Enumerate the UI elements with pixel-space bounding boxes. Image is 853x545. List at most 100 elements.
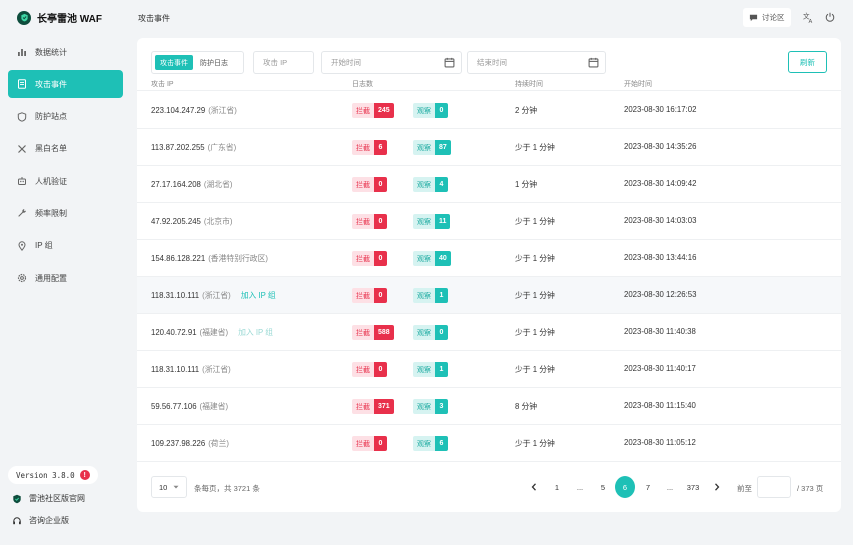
attack-ip[interactable]: 47.92.205.245: [151, 217, 201, 226]
top-bar: 攻击事件 讨论区 文A: [131, 0, 853, 36]
sidebar-item-label: 人机验证: [35, 176, 67, 186]
page-button[interactable]: 373: [683, 476, 703, 498]
svg-text:A: A: [808, 19, 812, 23]
block-label: 拦截: [352, 325, 374, 340]
block-label: 拦截: [352, 362, 374, 377]
version-badge[interactable]: Version 3.8.0 !: [8, 466, 98, 484]
attack-ip-cell: 120.40.72.91 (福建省) 加入 IP 组: [151, 327, 273, 338]
attack-ip[interactable]: 154.86.128.221: [151, 254, 205, 263]
language-icon[interactable]: 文A: [802, 11, 814, 23]
attack-ip[interactable]: 113.87.202.255: [151, 143, 205, 152]
table-row[interactable]: 154.86.128.221 (香港特别行政区) 拦截 0 观察 40 少于 1 分钟 202…: [137, 240, 841, 277]
next-page-icon[interactable]: [707, 476, 727, 498]
start-time-input[interactable]: 开始时间: [321, 51, 462, 74]
brand[interactable]: 长亭雷池 WAF: [17, 10, 102, 25]
attack-ip[interactable]: 59.56.77.106: [151, 402, 197, 411]
duration-cell: 2 分钟: [515, 106, 538, 115]
sidebar-item-general-settings[interactable]: 通用配置: [8, 264, 123, 292]
table-row[interactable]: 120.40.72.91 (福建省) 加入 IP 组 拦截 588 观察 0 少于 1 分钟 2…: [137, 314, 841, 351]
watch-count-badge: 观察 3: [413, 399, 448, 414]
add-to-ip-group-link[interactable]: 加入 IP 组: [241, 291, 276, 300]
sidebar-item-ip-group[interactable]: IP 组: [8, 232, 123, 260]
sidebar-item-label: 频率限制: [35, 208, 67, 218]
attack-ip[interactable]: 118.31.10.111: [151, 365, 199, 374]
block-label: 拦截: [352, 140, 374, 155]
col-header-duration: 持续时间: [515, 81, 543, 88]
block-label: 拦截: [352, 214, 374, 229]
table-row[interactable]: 27.17.164.208 (湖北省) 拦截 0 观察 4 1 分钟 2023-08-30 1…: [137, 166, 841, 203]
block-count: 0: [374, 362, 387, 377]
shield-icon: [17, 111, 27, 122]
table-row[interactable]: 113.87.202.255 (广东省) 拦截 6 观察 87 少于 1 分钟 2023-08…: [137, 129, 841, 166]
page-button-current[interactable]: 6: [615, 476, 635, 498]
tab-protection-logs[interactable]: 防护日志: [195, 55, 233, 70]
page-button[interactable]: 1: [547, 476, 567, 498]
block-count: 245: [374, 103, 394, 118]
table-row[interactable]: 109.237.98.226 (荷兰) 拦截 0 观察 6 少于 1 分钟 2023-08-3…: [137, 425, 841, 462]
end-time-input[interactable]: 结束时间: [467, 51, 606, 74]
page-size-select[interactable]: 10: [151, 476, 187, 498]
watch-count: 3: [435, 399, 448, 414]
start-time-cell: 2023-08-30 12:26:53: [624, 290, 697, 299]
enterprise-link[interactable]: 咨询企业版: [12, 515, 69, 526]
table-row[interactable]: 59.56.77.106 (福建省) 拦截 371 观察 3 8 分钟 2023-08-30 …: [137, 388, 841, 425]
goto-page-input[interactable]: [757, 476, 791, 498]
ip-location: (福建省): [199, 402, 229, 411]
block-count-badge: 拦截 0: [352, 214, 387, 229]
watch-count-badge: 观察 40: [413, 251, 451, 266]
page-ellipsis[interactable]: ...: [570, 476, 590, 498]
page-ellipsis[interactable]: ...: [660, 476, 680, 498]
table-row[interactable]: 223.104.247.29 (浙江省) 拦截 245 观察 0 2 分钟 2023-08-3…: [137, 92, 841, 129]
start-time-cell: 2023-08-30 14:03:03: [624, 216, 697, 225]
prev-page-icon[interactable]: [524, 476, 544, 498]
page-button[interactable]: 5: [593, 476, 613, 498]
duration-cell: 少于 1 分钟: [515, 254, 555, 263]
filter-bar: 攻击事件 防护日志 攻击 IP 开始时间 结束时间 刷新: [137, 51, 841, 74]
attack-ip-input[interactable]: 攻击 IP: [253, 51, 314, 74]
community-site-link[interactable]: 雷池社区版官网: [12, 493, 85, 504]
attack-ip-cell: 27.17.164.208 (湖北省): [151, 179, 232, 190]
attack-ip[interactable]: 223.104.247.29: [151, 106, 205, 115]
watch-label: 观察: [413, 214, 435, 229]
page-button[interactable]: 7: [638, 476, 658, 498]
attack-ip[interactable]: 120.40.72.91: [151, 328, 197, 337]
sidebar-item-rate-limit[interactable]: 频率限制: [8, 199, 123, 227]
watch-label: 观察: [413, 436, 435, 451]
watch-count-badge: 观察 87: [413, 140, 451, 155]
attack-ip-cell: 47.92.205.245 (北京市): [151, 216, 232, 227]
duration-cell: 少于 1 分钟: [515, 217, 555, 226]
logout-icon[interactable]: [824, 11, 836, 23]
tab-attack-events[interactable]: 攻击事件: [155, 55, 193, 70]
sidebar: 长亭雷池 WAF 数据统计 攻击事件 防护站点 黑白名单 人机验证 频率限制 I…: [0, 0, 131, 545]
block-label: 拦截: [352, 436, 374, 451]
table-row[interactable]: 118.31.10.111 (浙江省) 加入 IP 组 拦截 0 观察 1 少于 1 分钟 20…: [137, 277, 841, 314]
brand-title: 长亭雷池 WAF: [37, 14, 102, 25]
sidebar-item-statistics[interactable]: 数据统计: [8, 38, 123, 66]
attack-ip[interactable]: 109.237.98.226: [151, 439, 205, 448]
duration-cell: 少于 1 分钟: [515, 328, 555, 337]
block-count: 0: [374, 436, 387, 451]
attack-ip[interactable]: 118.31.10.111: [151, 291, 199, 300]
refresh-button[interactable]: 刷新: [788, 51, 827, 73]
attack-ip-cell: 109.237.98.226 (荷兰): [151, 438, 229, 449]
forum-button[interactable]: 讨论区: [743, 8, 791, 27]
attack-ip[interactable]: 27.17.164.208: [151, 180, 201, 189]
sidebar-item-blackwhite-list[interactable]: 黑白名单: [8, 135, 123, 163]
block-count: 6: [374, 140, 387, 155]
shield-logo-icon: [13, 494, 21, 503]
block-count: 0: [374, 251, 387, 266]
start-time-cell: 2023-08-30 13:44:16: [624, 253, 697, 262]
chat-icon: [749, 14, 758, 22]
table-row[interactable]: 118.31.10.111 (浙江省) 拦截 0 观察 1 少于 1 分钟 2023-08-3…: [137, 351, 841, 388]
sidebar-item-label: 防护站点: [35, 112, 67, 122]
add-to-ip-group-link[interactable]: 加入 IP 组: [238, 328, 273, 337]
sidebar-item-attack-events[interactable]: 攻击事件: [8, 70, 123, 99]
block-label: 拦截: [352, 251, 374, 266]
sidebar-item-captcha[interactable]: 人机验证: [8, 167, 123, 195]
table-row[interactable]: 47.92.205.245 (北京市) 拦截 0 观察 11 少于 1 分钟 2023-08-…: [137, 203, 841, 240]
headset-icon: [13, 516, 21, 524]
watch-label: 观察: [413, 177, 435, 192]
sidebar-item-protected-sites[interactable]: 防护站点: [8, 103, 123, 131]
block-label: 拦截: [352, 103, 374, 118]
watch-count: 6: [435, 436, 448, 451]
